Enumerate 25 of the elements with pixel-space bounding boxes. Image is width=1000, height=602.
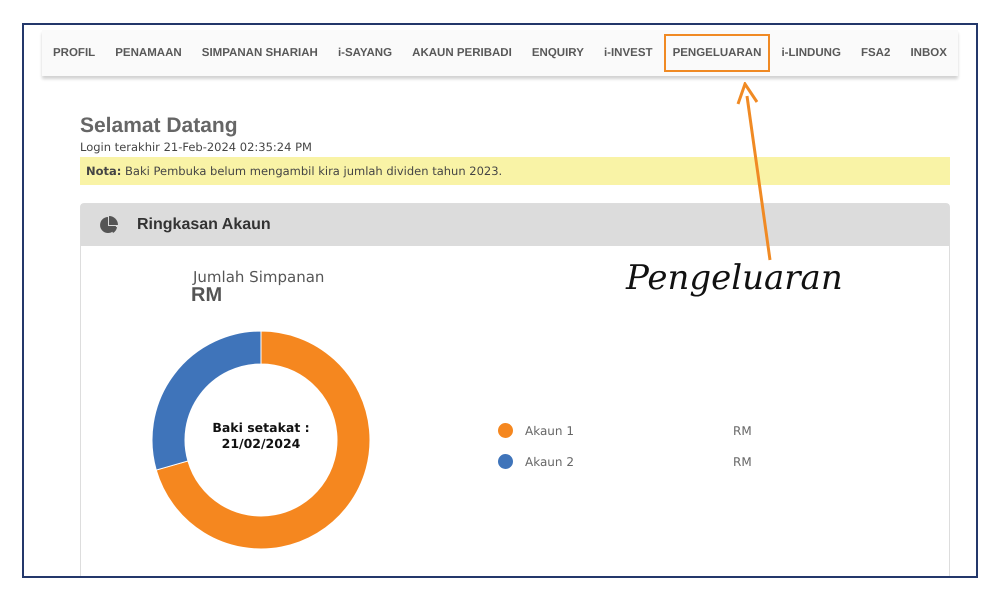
handwritten-annotation: Pengeluaran: [626, 258, 843, 298]
nav-tab[interactable]: i-LINDUNG: [772, 34, 850, 72]
account-name: Akaun 2: [525, 454, 575, 468]
account-name: Akaun 1: [525, 424, 575, 438]
panel-title: Ringkasan Akaun: [137, 216, 271, 234]
total-savings-value: RM: [191, 286, 222, 304]
nav-tab[interactable]: i-INVEST: [594, 34, 662, 72]
account-amount: RM: [733, 424, 752, 438]
pie-chart-icon: [99, 215, 119, 235]
nav-tab[interactable]: AKAUN PERIBADI: [403, 34, 521, 72]
note-banner: Nota: Baki Pembuka belum mengambil kira jumlah dividen tahun 2023.: [80, 157, 950, 185]
balance-date: 21/02/2024: [222, 436, 300, 452]
nav-tab[interactable]: FSA2: [852, 34, 900, 72]
last-login-text: Login terakhir 21-Feb-2024 02:35:24 PM: [80, 140, 313, 154]
nav-tab[interactable]: PENAMAAN: [106, 34, 191, 72]
nav-tab[interactable]: SIMPANAN SHARIAH: [192, 34, 327, 72]
nav-tab[interactable]: PROFIL: [44, 34, 104, 72]
balance-as-of-label: Baki setakat :: [212, 420, 310, 436]
nav-tab[interactable]: ENQUIRY: [522, 34, 593, 72]
welcome-title: Selamat Datang: [80, 114, 239, 138]
account-amount: RM: [733, 454, 752, 468]
nav-tab[interactable]: PENGELUARAN: [664, 34, 770, 72]
nav-tab[interactable]: i-SAYANG: [328, 34, 402, 72]
total-savings-label: Jumlah Simpanan: [193, 268, 326, 286]
nav-tab[interactable]: INBOX: [901, 34, 956, 72]
